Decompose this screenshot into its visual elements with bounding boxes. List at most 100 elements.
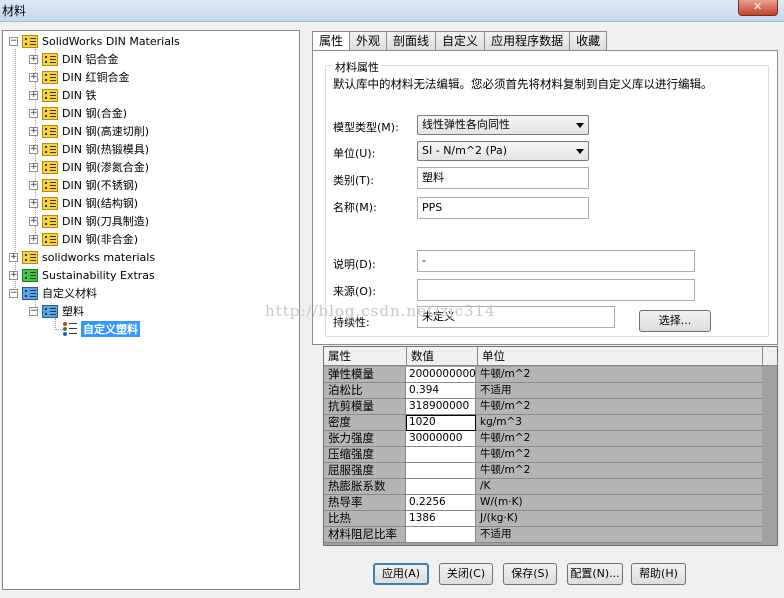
table-row: 热导率 0.2256 W/(m·K) — [324, 495, 762, 511]
tree-node-din-category[interactable]: + DIN 钢(渗氮合金) — [29, 158, 149, 176]
expand-icon[interactable]: + — [29, 72, 38, 82]
green-library-icon — [22, 268, 38, 282]
expand-icon[interactable]: + — [29, 108, 38, 118]
expand-icon[interactable]: + — [9, 270, 18, 280]
tree-node-label: DIN 铝合金 — [62, 53, 119, 66]
tree-node-label: DIN 铁 — [62, 89, 97, 102]
model-type-select[interactable]: 线性弹性各向同性 — [417, 115, 589, 135]
row-property: 密度 — [324, 415, 406, 431]
tree-node-label-selected: 自定义塑料 — [81, 321, 140, 337]
description-field[interactable]: - — [417, 250, 695, 272]
yellow-folder-icon — [42, 70, 58, 84]
table-row: 密度 1020 kg/m^3 — [324, 415, 762, 431]
units-select[interactable]: SI - N/m^2 (Pa) — [417, 141, 589, 161]
expand-icon[interactable]: + — [29, 216, 38, 226]
expand-icon[interactable]: + — [29, 126, 38, 136]
tab-favorites[interactable]: 收藏 — [569, 31, 608, 51]
table-row: 比热 1386 J/(kg·K) — [324, 511, 762, 527]
table-row: 抗剪模量 318900000 牛顿/m^2 — [324, 399, 762, 415]
tree-node-label: 自定义材料 — [42, 287, 97, 300]
row-value[interactable] — [406, 479, 476, 495]
row-unit: 牛顿/m^2 — [476, 463, 762, 479]
row-value[interactable] — [406, 527, 476, 543]
category-label: 类别(T): — [333, 174, 375, 187]
row-value[interactable] — [406, 463, 476, 479]
row-value[interactable]: 0.2256 — [406, 495, 476, 511]
table-row: 屈服强度 牛顿/m^2 — [324, 463, 762, 479]
tab-properties[interactable]: 属性 — [312, 31, 351, 52]
collapse-icon[interactable]: − — [9, 288, 18, 298]
tree-node-din-category[interactable]: + DIN 钢(高速切削) — [29, 122, 149, 140]
row-value[interactable]: 2000000000 — [406, 367, 476, 383]
collapse-icon[interactable]: − — [9, 36, 18, 46]
row-value[interactable]: 0.394 — [406, 383, 476, 399]
table-row: 压缩强度 牛顿/m^2 — [324, 447, 762, 463]
row-unit: 不适用 — [476, 527, 762, 543]
row-value-focused[interactable]: 1020 — [406, 415, 476, 431]
source-field[interactable] — [417, 279, 695, 301]
expand-icon[interactable]: + — [29, 144, 38, 154]
select-button[interactable]: 选择... — [639, 310, 711, 332]
row-unit: kg/m^3 — [476, 415, 762, 431]
config-button[interactable]: 配置(N)... — [567, 563, 623, 585]
window-close-button[interactable] — [738, 0, 778, 16]
tree-node-label: DIN 钢(热锻模具) — [62, 143, 150, 156]
tree-node-din-category[interactable]: + DIN 铝合金 — [29, 50, 118, 68]
expand-icon[interactable]: + — [29, 198, 38, 208]
tree-node-solidworks-din-materials[interactable]: − SolidWorks DIN Materials — [9, 32, 180, 50]
expand-icon[interactable]: + — [9, 252, 18, 262]
watermark: http://blog.csdn.net/zjc314 — [265, 302, 496, 320]
row-value[interactable]: 1386 — [406, 511, 476, 527]
row-value[interactable] — [406, 447, 476, 463]
expand-icon[interactable]: + — [29, 162, 38, 172]
tree-node-label: Sustainability Extras — [42, 268, 155, 282]
tree-node-sustainability-extras[interactable]: + Sustainability Extras — [9, 266, 155, 284]
row-property: 屈服强度 — [324, 463, 406, 479]
tree-node-din-category[interactable]: + DIN 钢(非合金) — [29, 230, 138, 248]
tree-node-din-category[interactable]: + DIN 红铜合金 — [29, 68, 129, 86]
tree-node-din-category[interactable]: + DIN 钢(不锈钢) — [29, 176, 138, 194]
tree-node-din-category[interactable]: + DIN 铁 — [29, 86, 96, 104]
collapse-icon[interactable]: − — [29, 306, 38, 316]
row-unit: W/(m·K) — [476, 495, 762, 511]
tree-node-din-category[interactable]: + DIN 钢(结构钢) — [29, 194, 138, 212]
blue-folder-icon — [42, 304, 58, 318]
tree-node-label: DIN 钢(不锈钢) — [62, 179, 139, 192]
tab-crosshatch[interactable]: 剖面线 — [386, 31, 437, 51]
tree-node-din-category[interactable]: + DIN 钢(合金) — [29, 104, 127, 122]
category-field[interactable]: 塑料 — [417, 167, 589, 189]
tree-node-din-category[interactable]: + DIN 钢(热锻模具) — [29, 140, 149, 158]
expand-icon[interactable]: + — [29, 180, 38, 190]
material-tree[interactable]: − SolidWorks DIN Materials + DIN 铝合金 + D… — [2, 30, 300, 590]
group-title: 材料属性 — [333, 59, 381, 75]
tree-node-custom-category-plastic[interactable]: − 塑料 — [29, 302, 84, 320]
yellow-folder-icon — [42, 160, 58, 174]
header-value: 数值 — [407, 347, 478, 366]
tab-custom[interactable]: 自定义 — [435, 31, 486, 51]
row-property: 热膨胀系数 — [324, 479, 406, 495]
tree-node-label: DIN 钢(高速切削) — [62, 125, 150, 138]
model-type-value: 线性弹性各向同性 — [422, 118, 510, 131]
window-title: 材料 — [2, 4, 27, 18]
name-field[interactable]: PPS — [417, 197, 589, 219]
yellow-folder-icon — [42, 232, 58, 246]
tab-bar: 属性 外观 剖面线 自定义 应用程序数据 收藏 — [312, 31, 608, 52]
tree-node-custom-plastic[interactable]: 自定义塑料 — [63, 320, 140, 338]
tree-node-solidworks-materials[interactable]: + solidworks materials — [9, 248, 155, 266]
tab-appearance[interactable]: 外观 — [349, 31, 388, 51]
property-grid[interactable]: 属性 数值 单位 弹性模量 2000000000 牛顿/m^2 泊松比 0.39… — [323, 346, 778, 546]
expand-icon[interactable]: + — [29, 234, 38, 244]
tree-node-din-category[interactable]: + DIN 钢(刀具制造) — [29, 212, 149, 230]
apply-button[interactable]: 应用(A) — [373, 563, 429, 585]
close-button[interactable]: 关闭(C) — [439, 563, 493, 585]
expand-icon[interactable]: + — [29, 54, 38, 64]
tree-node-custom-materials[interactable]: − 自定义材料 — [9, 284, 97, 302]
expand-icon[interactable]: + — [29, 90, 38, 100]
row-value[interactable]: 318900000 — [406, 399, 476, 415]
help-button[interactable]: 帮助(H) — [631, 563, 686, 585]
material-icon — [63, 322, 77, 336]
tree-node-label: DIN 钢(结构钢) — [62, 197, 139, 210]
tab-application-data[interactable]: 应用程序数据 — [484, 31, 571, 51]
row-value[interactable]: 30000000 — [406, 431, 476, 447]
save-button[interactable]: 保存(S) — [503, 563, 557, 585]
